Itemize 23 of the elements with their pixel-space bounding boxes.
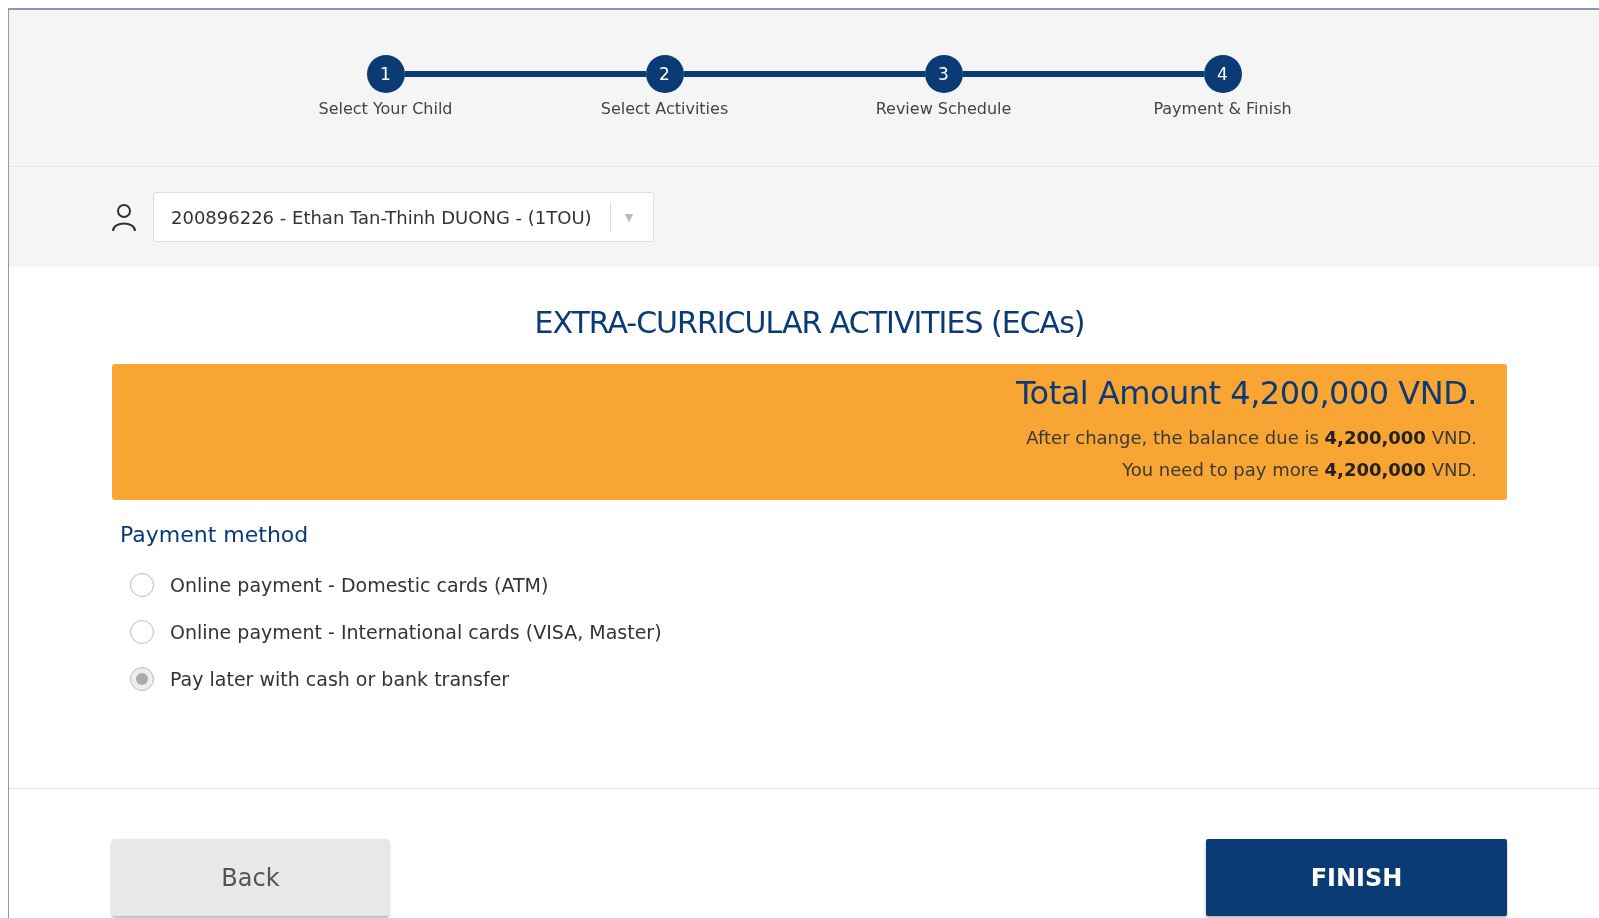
step-number: 1 [366, 55, 405, 93]
balance-text: After change, the balance due is 4,200,000 VND. [1025, 426, 1477, 450]
option-label: Online payment - International cards (VISA, Master) [170, 620, 662, 643]
page-title: EXTRA-CURRICULAR ACTIVITIES (ECAs) [533, 305, 1086, 340]
option-label: Online payment - Domestic cards (ATM) [170, 573, 549, 596]
step-number: 4 [1203, 55, 1242, 93]
radio-button[interactable] [130, 666, 154, 691]
step-label: Review Schedule [875, 99, 1012, 118]
radio-button[interactable] [130, 572, 154, 597]
option-label: Pay later with cash or bank transfer [170, 667, 510, 690]
step-label: Select Activities [600, 99, 729, 118]
finish-button[interactable]: FINISH [1206, 839, 1507, 916]
step-label: Payment & Finish [1153, 99, 1292, 118]
student-select[interactable]: 200896226 - Ethan Tan-Thinh DUONG - (1TOU) ▼ [153, 192, 655, 242]
balance-text: You need to pay more 4,200,000 VND. [1121, 458, 1477, 482]
back-button[interactable]: Back [112, 839, 389, 916]
radio-button[interactable] [130, 619, 154, 644]
step-number: 2 [645, 55, 684, 93]
step-label: Select Your Child [318, 99, 453, 118]
section-heading: Payment method [120, 522, 310, 547]
person-icon [111, 202, 137, 232]
step-number: 3 [924, 55, 963, 93]
total-amount: Total Amount 4,200,000 VND. [1015, 374, 1477, 412]
